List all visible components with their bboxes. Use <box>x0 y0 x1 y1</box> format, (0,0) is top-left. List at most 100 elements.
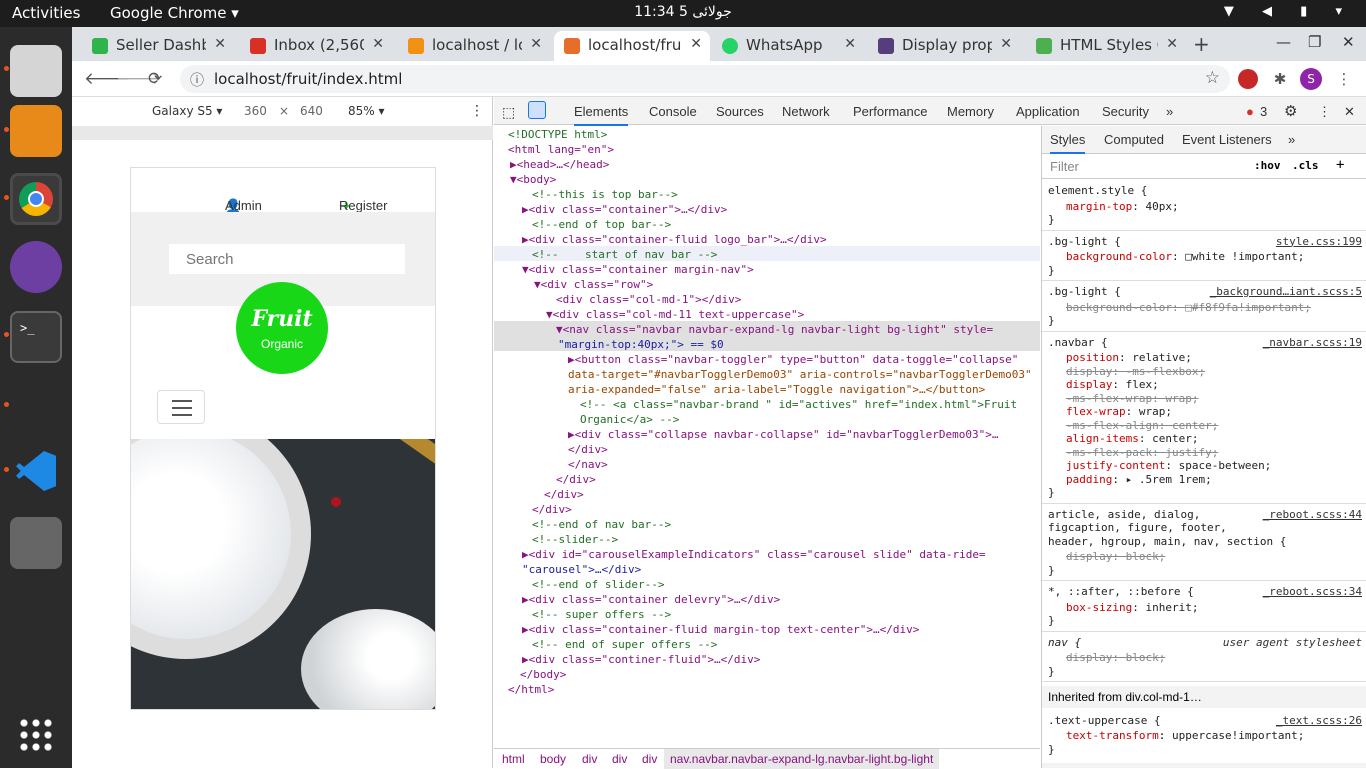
more-tabs-icon[interactable]: » <box>1166 104 1173 119</box>
files-icon[interactable] <box>10 45 62 97</box>
property-value[interactable]: flex; <box>1126 378 1159 391</box>
property-name[interactable]: -ms-flex-wrap <box>1066 392 1152 405</box>
devtools-more-icon[interactable]: ⋮ <box>1318 104 1331 120</box>
show-apps-icon[interactable] <box>10 709 62 761</box>
css-property[interactable]: text-transform: uppercase!important; <box>1066 729 1366 743</box>
tab-network[interactable]: Network <box>782 104 830 119</box>
new-tab-button[interactable]: + <box>1193 32 1210 56</box>
dom-node-line[interactable]: ▶<div class="collapse navbar-collapse" i… <box>568 427 998 442</box>
crumb-nav-selected[interactable]: nav.navbar.navbar-expand-lg.navbar-light… <box>664 749 940 769</box>
property-value[interactable]: wrap; <box>1165 392 1198 405</box>
dom-node-line[interactable]: ▶<head>…</head> <box>510 157 609 172</box>
property-value[interactable]: -ms-flexbox; <box>1126 365 1205 378</box>
dom-node-line[interactable]: ▼<div class="row"> <box>534 277 653 292</box>
property-name[interactable]: display <box>1066 378 1112 391</box>
css-property[interactable]: background-color: □#f8f9fa!important; <box>1066 301 1366 315</box>
reload-icon[interactable]: ⟳ <box>148 69 162 89</box>
dom-node-line[interactable]: </div> <box>544 487 584 502</box>
tab-elements[interactable]: Elements <box>574 104 629 126</box>
property-name[interactable]: display <box>1066 550 1112 563</box>
css-property[interactable]: padding: ▸ .5rem 1rem; <box>1066 473 1366 487</box>
tab-html-styles[interactable]: HTML Styles C ✕ <box>1026 31 1186 61</box>
dom-node-line[interactable]: ▶<div class="container">…</div> <box>522 202 727 217</box>
maximize-button[interactable]: ❐ <box>1308 33 1321 51</box>
tab-application[interactable]: Application <box>1016 104 1080 119</box>
device-more-icon[interactable]: ⋮ <box>470 103 484 119</box>
property-value[interactable]: center; <box>1172 419 1218 432</box>
property-name[interactable]: background-color <box>1066 301 1172 314</box>
dom-node-line[interactable]: <!-- <a class="navbar-brand " id="active… <box>580 397 1017 412</box>
rule-source-link[interactable]: style.css:199 <box>1276 235 1362 248</box>
github-desktop-icon[interactable] <box>10 241 62 293</box>
property-name[interactable]: display <box>1066 651 1112 664</box>
property-name[interactable]: display <box>1066 365 1112 378</box>
css-property[interactable]: box-sizing: inherit; <box>1066 601 1366 615</box>
dom-node-line[interactable]: ▶<button class="navbar-toggler" type="bu… <box>568 352 1018 367</box>
dom-node-line[interactable]: <!--this is top bar--> <box>532 187 678 202</box>
dom-node-line[interactable]: </body> <box>520 667 566 682</box>
bookmark-star-icon[interactable]: ☆ <box>1205 68 1220 88</box>
rule-source-link[interactable]: _text.scss:26 <box>1276 714 1362 727</box>
property-name[interactable]: background-color <box>1066 250 1172 263</box>
rule-source-link[interactable]: _navbar.scss:19 <box>1263 336 1362 349</box>
tab-console[interactable]: Console <box>649 104 697 119</box>
dom-node-line[interactable]: <!-- start of nav bar --> <box>532 247 717 262</box>
dom-node-line[interactable]: <!--end of slider--> <box>532 577 664 592</box>
hover-state-toggle[interactable]: :hov <box>1254 159 1281 172</box>
crumb-div[interactable]: div <box>582 752 597 766</box>
tab-seller-dashboard[interactable]: Seller Dashbo ✕ <box>82 31 234 61</box>
property-name[interactable]: padding <box>1066 473 1112 486</box>
extensions-puzzle-icon[interactable]: ✱ <box>1270 69 1290 89</box>
dom-node-line[interactable]: ▼<div class="col-md-11 text-uppercase"> <box>546 307 804 322</box>
property-value[interactable]: wrap; <box>1139 405 1172 418</box>
css-property[interactable]: display: block; <box>1066 550 1366 564</box>
fruit-organic-logo[interactable]: Fruit Organic <box>236 282 328 374</box>
dom-node-line[interactable]: ▶<div class="container-fluid logo_bar">…… <box>522 232 827 247</box>
property-name[interactable]: position <box>1066 351 1119 364</box>
css-property[interactable]: justify-content: space-between; <box>1066 459 1366 473</box>
dom-node-line[interactable]: <!--end of top bar--> <box>532 217 671 232</box>
close-tab-icon[interactable]: ✕ <box>690 36 702 52</box>
dom-node-line[interactable]: ▶<div class="continer-fluid">…</div> <box>522 652 760 667</box>
css-property[interactable]: -ms-flex-pack: justify; <box>1066 446 1366 460</box>
dom-node-line[interactable]: </div> <box>556 472 596 487</box>
tab-memory[interactable]: Memory <box>947 104 994 119</box>
css-property[interactable]: display: -ms-flexbox; <box>1066 365 1366 379</box>
property-name[interactable]: -ms-flex-align <box>1066 419 1159 432</box>
rule-source-link[interactable]: _reboot.scss:34 <box>1263 585 1362 598</box>
property-value[interactable]: ▸ .5rem 1rem; <box>1126 473 1212 486</box>
tab-bootstrap[interactable]: Display prope ✕ <box>868 31 1020 61</box>
property-name[interactable]: flex-wrap <box>1066 405 1126 418</box>
close-tab-icon[interactable]: ✕ <box>1166 36 1178 52</box>
device-height-input[interactable]: 640 <box>300 104 323 118</box>
dom-node-line[interactable]: aria-expanded="false" aria-label="Toggle… <box>568 382 985 397</box>
address-bar[interactable]: ⓘ localhost/fruit/index.html ☆ <box>180 65 1230 93</box>
device-width-input[interactable]: 360 <box>244 104 267 118</box>
property-value[interactable]: 40px; <box>1145 200 1178 213</box>
profile-avatar[interactable]: S <box>1300 68 1322 90</box>
class-toggle[interactable]: .cls <box>1292 159 1319 172</box>
rule-source-link[interactable]: _background…iant.scss:5 <box>1210 285 1362 298</box>
dom-node-line[interactable]: ▶<div id="carouselExampleIndicators" cla… <box>522 547 986 562</box>
dom-node-line[interactable]: "carousel">…</div> <box>522 562 641 577</box>
url-text[interactable]: localhost/fruit/index.html <box>214 70 402 88</box>
chrome-menu-icon[interactable]: ⋮ <box>1334 69 1354 89</box>
css-property[interactable]: -ms-flex-wrap: wrap; <box>1066 392 1366 406</box>
dom-node-line[interactable]: ▶<div class="container-fluid margin-top … <box>522 622 919 637</box>
dom-node-line[interactable]: ▶<div class="container delevry">…</div> <box>522 592 780 607</box>
css-property[interactable]: background-color: □white !important; <box>1066 250 1366 264</box>
property-name[interactable]: justify-content <box>1066 459 1165 472</box>
close-tab-icon[interactable]: ✕ <box>1000 36 1012 52</box>
close-tab-icon[interactable]: ✕ <box>372 36 384 52</box>
property-value[interactable]: inherit; <box>1145 601 1198 614</box>
tab-event-listeners[interactable]: Event Listeners <box>1182 132 1272 147</box>
rule-selector[interactable]: element.style { <box>1048 184 1354 198</box>
dom-node-line[interactable]: <!-- super offers --> <box>532 607 671 622</box>
crumb-body[interactable]: body <box>540 752 566 766</box>
dom-node-line[interactable]: </div> <box>532 502 572 517</box>
property-value[interactable]: justify; <box>1165 446 1218 459</box>
more-style-tabs-icon[interactable]: » <box>1288 132 1295 147</box>
css-property[interactable]: display: flex; <box>1066 378 1366 392</box>
settings-gear-icon[interactable]: ⚙ <box>1284 102 1297 120</box>
crumb-div[interactable]: div <box>642 752 657 766</box>
